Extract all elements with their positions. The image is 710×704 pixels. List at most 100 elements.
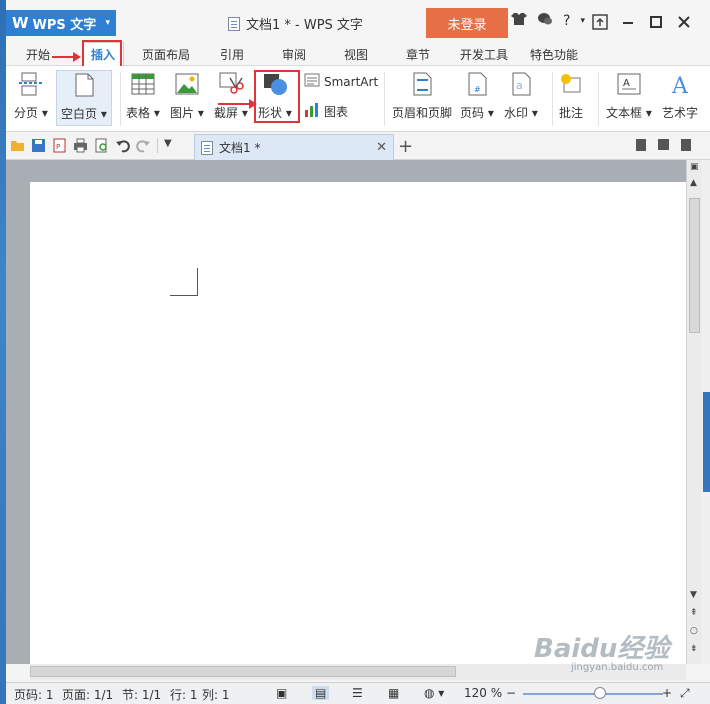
page-break-button[interactable]: 分页 ▾	[14, 72, 48, 121]
next-page-icon[interactable]: ⇟	[690, 644, 698, 654]
zoom-level[interactable]: 120 %	[464, 686, 502, 700]
undo-icon[interactable]	[115, 138, 130, 153]
web-view-icon[interactable]: ▦	[388, 686, 399, 700]
tab-chapter[interactable]: 章节	[406, 46, 430, 63]
insert-ribbon: 分页 ▾ 空白页 ▾ 表格 ▾ 图片 ▾ 截屏 ▾ 形状 ▾ SmartArt …	[6, 66, 710, 132]
login-button[interactable]: 未登录	[426, 8, 508, 38]
screenshot-label: 截屏	[214, 106, 239, 120]
eye-protection-icon[interactable]: ◍ ▾	[424, 686, 444, 700]
smartart-button[interactable]: SmartArt	[304, 72, 378, 91]
svg-text:P: P	[56, 143, 60, 151]
open-folder-icon[interactable]	[10, 138, 25, 153]
side-panel-toggle[interactable]	[703, 392, 710, 492]
tab-references[interactable]: 引用	[220, 46, 244, 63]
quick-access-icons: P ▼	[10, 138, 179, 153]
print-icon[interactable]	[73, 138, 88, 153]
tab-review[interactable]: 审阅	[282, 46, 306, 63]
status-page-number: 页码: 1	[14, 688, 54, 702]
arrow-annotation	[218, 99, 257, 109]
screenshot-button[interactable]: 截屏 ▾	[214, 72, 248, 121]
zoom-slider-handle[interactable]	[594, 687, 606, 699]
chevron-down-icon: ▾	[153, 106, 160, 120]
watermark-button[interactable]: a 水印 ▾	[504, 72, 538, 121]
tab-developer[interactable]: 开发工具	[460, 46, 508, 63]
help-icon[interactable]: ?	[563, 13, 570, 29]
separator	[598, 72, 599, 126]
trash-icon[interactable]	[681, 139, 691, 151]
comment-icon	[558, 72, 584, 96]
zoom-out-icon[interactable]: −	[506, 686, 516, 700]
scroll-down-icon[interactable]: ▼	[690, 590, 697, 600]
wps-window: W WPS 文字 ▾ 文档1 * - WPS 文字 未登录 ? ▾ 开始 插入 …	[6, 0, 710, 704]
tab-page-layout[interactable]: 页面布局	[142, 46, 190, 63]
redo-icon[interactable]	[136, 138, 151, 153]
window-title-text: 文档1 * - WPS 文字	[246, 18, 363, 33]
horizontal-scroll-thumb[interactable]	[30, 666, 456, 677]
tab-view[interactable]: 视图	[344, 46, 368, 63]
scissors-icon	[218, 72, 244, 96]
zoom-slider[interactable]	[523, 693, 663, 695]
chart-icon	[304, 102, 320, 121]
minimize-icon[interactable]	[614, 10, 642, 34]
header-footer-label: 页眉和页脚	[392, 106, 453, 120]
page-view-icon[interactable]: ▤	[312, 686, 330, 700]
print-preview-icon[interactable]	[94, 138, 109, 153]
zoom-in-icon[interactable]: +	[662, 686, 672, 700]
separator	[157, 138, 158, 153]
reading-mode-icon[interactable]	[636, 139, 646, 151]
smartart-label: SmartArt	[324, 74, 379, 89]
chevron-down-icon: ▾	[645, 106, 652, 120]
tab-special[interactable]: 特色功能	[530, 46, 578, 63]
wordart-button[interactable]: A 艺术字	[662, 72, 698, 121]
maximize-icon[interactable]	[642, 10, 670, 34]
baidu-watermark: Baidu经验	[534, 634, 670, 664]
page-number-button[interactable]: # 页码 ▾	[460, 72, 494, 121]
new-tab-icon[interactable]: +	[398, 136, 413, 157]
vertical-scroll-thumb[interactable]	[689, 198, 700, 333]
title-bar: W WPS 文字 ▾ 文档1 * - WPS 文字 未登录 ? ▾	[6, 0, 710, 42]
title-icons: ? ▾	[511, 12, 585, 30]
upload-icon[interactable]	[586, 10, 614, 34]
status-bar: 页码: 1 页面: 1/1 节: 1/1 行: 1 列: 1 ▣ ▤ ☰ ▦ ◍…	[6, 682, 710, 704]
fit-window-icon[interactable]: ⤢	[680, 686, 690, 701]
document-tab-label: 文档1 *	[219, 141, 261, 155]
vertical-scrollbar[interactable]: ▣ ▲ ▼ ⇞ ○ ⇟	[686, 160, 702, 664]
chevron-down-icon: ▾	[105, 18, 110, 28]
clock-icon[interactable]	[658, 139, 669, 150]
shirt-icon[interactable]	[511, 12, 527, 30]
scroll-up-icon[interactable]: ▲	[690, 178, 697, 188]
outline-view-icon[interactable]: ☰	[352, 686, 363, 700]
textbox-button[interactable]: A 文本框 ▾	[606, 72, 652, 121]
header-footer-button[interactable]: 页眉和页脚	[392, 72, 452, 121]
layout-icon[interactable]: ▣	[690, 162, 699, 172]
document-tab[interactable]: 文档1 * ✕	[194, 134, 394, 160]
app-menu-button[interactable]: W WPS 文字 ▾	[6, 10, 116, 36]
view-options	[636, 139, 691, 151]
blank-page-button[interactable]: 空白页 ▾	[56, 70, 112, 126]
select-browse-object-icon[interactable]: ○	[690, 626, 698, 636]
chart-button[interactable]: 图表	[304, 102, 348, 121]
chat-icon[interactable]	[537, 12, 553, 30]
previous-page-icon[interactable]: ⇞	[690, 608, 698, 618]
pdf-export-icon[interactable]: P	[52, 138, 67, 153]
table-button[interactable]: 表格 ▾	[126, 72, 160, 121]
chevron-down-icon[interactable]: ▾	[580, 16, 585, 26]
table-label: 表格	[126, 106, 151, 120]
margin-corner-marker	[170, 268, 198, 296]
save-icon[interactable]	[31, 138, 46, 153]
comment-button[interactable]: 批注	[558, 72, 584, 121]
page-break-label: 分页	[14, 106, 39, 120]
separator	[552, 72, 553, 126]
close-icon[interactable]	[670, 10, 698, 34]
shape-button-highlight	[254, 70, 300, 123]
picture-button[interactable]: 图片 ▾	[170, 72, 204, 121]
chevron-down-icon[interactable]: ▼	[164, 138, 179, 153]
tab-home[interactable]: 开始	[26, 46, 50, 63]
full-screen-icon[interactable]: ▣	[276, 686, 287, 700]
wps-logo-icon: W	[12, 14, 29, 32]
document-page[interactable]	[30, 182, 686, 664]
wordart-icon: A	[667, 72, 693, 99]
chevron-down-icon: ▾	[197, 106, 204, 120]
separator	[120, 72, 121, 126]
close-icon[interactable]: ✕	[376, 140, 387, 155]
